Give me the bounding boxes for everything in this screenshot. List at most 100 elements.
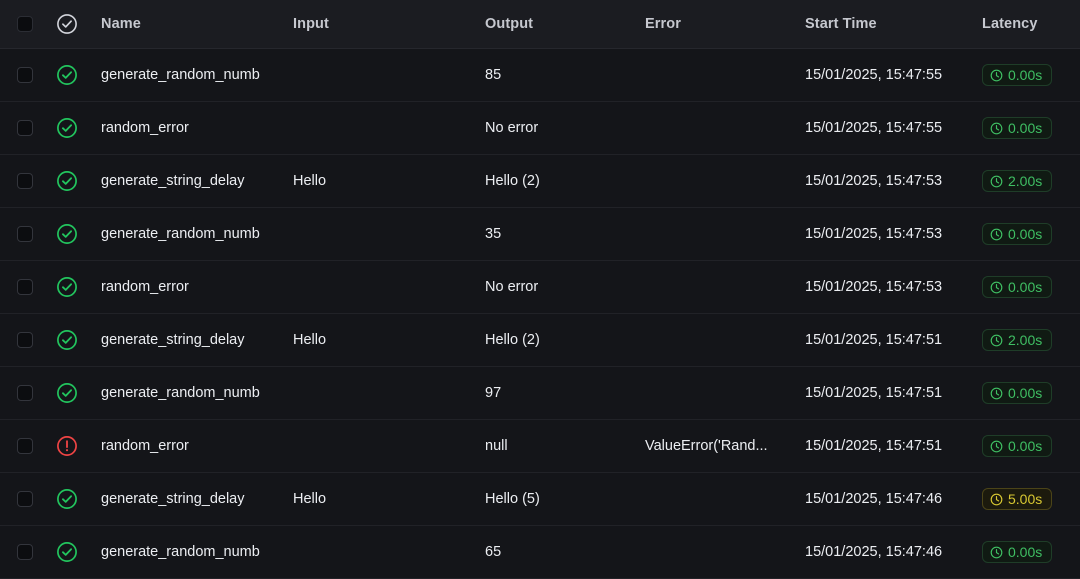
checkbox-icon[interactable] xyxy=(17,544,33,560)
cell-name: generate_random_numb xyxy=(101,544,260,560)
cell-name: generate_random_numb xyxy=(101,67,260,83)
cell-error: ValueError('Rand... xyxy=(645,438,768,454)
row-status-cell xyxy=(56,223,78,245)
check-circle-icon xyxy=(56,223,78,245)
clock-icon xyxy=(990,228,1003,241)
latency-badge: 0.00s xyxy=(982,276,1053,298)
latency-badge: 0.00s xyxy=(982,435,1053,457)
table-row[interactable]: random_error No error 15/01/2025, 15:47:55… xyxy=(0,102,1080,155)
cell-latency: 0.00s xyxy=(982,117,1053,139)
table-row[interactable]: generate_string_delay Hello Hello (2) 15/01… xyxy=(0,155,1080,208)
latency-value: 0.00s xyxy=(1008,544,1043,560)
row-status-cell xyxy=(56,435,78,457)
table-row[interactable]: generate_random_numb 97 15/01/2025, 15:47:… xyxy=(0,367,1080,420)
latency-value: 0.00s xyxy=(1008,226,1043,242)
cell-output: 35 xyxy=(485,226,502,242)
table-row[interactable]: generate_string_delay Hello Hello (5) 15/01… xyxy=(0,473,1080,526)
checkbox-icon[interactable] xyxy=(17,173,33,189)
check-circle-icon xyxy=(56,64,78,86)
cell-output: null xyxy=(485,438,508,454)
cell-start-time: 15/01/2025, 15:47:53 xyxy=(805,173,943,189)
cell-name: random_error xyxy=(101,279,189,295)
cell-input: Hello xyxy=(293,173,327,189)
trace-table: Name Input Output Error Start Time Laten… xyxy=(0,0,1080,579)
cell-latency: 0.00s xyxy=(982,276,1053,298)
cell-input: Hello xyxy=(293,491,327,507)
cell-name: random_error xyxy=(101,120,189,136)
cell-name: random_error xyxy=(101,438,189,454)
row-select-checkbox-cell[interactable] xyxy=(17,438,33,454)
latency-value: 0.00s xyxy=(1008,279,1043,295)
select-all-checkbox-cell[interactable] xyxy=(17,16,33,32)
checkbox-icon[interactable] xyxy=(17,438,33,454)
row-select-checkbox-cell[interactable] xyxy=(17,544,33,560)
cell-output: No error xyxy=(485,279,539,295)
check-circle-icon xyxy=(56,382,78,404)
latency-value: 2.00s xyxy=(1008,332,1043,348)
table-row[interactable]: generate_random_numb 85 15/01/2025, 15:47:… xyxy=(0,49,1080,102)
column-header-latency[interactable]: Latency xyxy=(982,16,1038,32)
latency-badge: 0.00s xyxy=(982,382,1053,404)
table-row[interactable]: generate_random_numb 65 15/01/2025, 15:47:… xyxy=(0,526,1080,579)
table-row[interactable]: random_error null ValueError('Rand... 15/01… xyxy=(0,420,1080,473)
cell-output: Hello (2) xyxy=(485,173,540,189)
column-header-start-time[interactable]: Start Time xyxy=(805,16,877,32)
checkbox-icon[interactable] xyxy=(17,67,33,83)
row-select-checkbox-cell[interactable] xyxy=(17,279,33,295)
cell-start-time: 15/01/2025, 15:47:51 xyxy=(805,385,943,401)
row-status-cell xyxy=(56,382,78,404)
row-status-cell xyxy=(56,541,78,563)
latency-badge: 2.00s xyxy=(982,329,1053,351)
row-select-checkbox-cell[interactable] xyxy=(17,491,33,507)
table-row[interactable]: random_error No error 15/01/2025, 15:47:53… xyxy=(0,261,1080,314)
cell-output: Hello (5) xyxy=(485,491,540,507)
row-select-checkbox-cell[interactable] xyxy=(17,332,33,348)
cell-start-time: 15/01/2025, 15:47:51 xyxy=(805,332,943,348)
cell-name: generate_string_delay xyxy=(101,173,245,189)
clock-icon xyxy=(990,493,1003,506)
check-circle-icon xyxy=(56,117,78,139)
latency-value: 0.00s xyxy=(1008,67,1043,83)
row-status-cell xyxy=(56,117,78,139)
cell-latency: 0.00s xyxy=(982,382,1053,404)
checkbox-icon[interactable] xyxy=(17,226,33,242)
cell-start-time: 15/01/2025, 15:47:46 xyxy=(805,544,943,560)
table-row[interactable]: generate_string_delay Hello Hello (2) 15/01… xyxy=(0,314,1080,367)
row-status-cell xyxy=(56,170,78,192)
check-circle-icon xyxy=(56,13,78,35)
clock-icon xyxy=(990,281,1003,294)
clock-icon xyxy=(990,69,1003,82)
cell-latency: 0.00s xyxy=(982,541,1053,563)
status-column-header[interactable] xyxy=(56,13,78,35)
checkbox-icon[interactable] xyxy=(17,385,33,401)
column-header-error[interactable]: Error xyxy=(645,16,795,32)
cell-name: generate_string_delay xyxy=(101,491,245,507)
column-header-name[interactable]: Name xyxy=(101,16,283,32)
column-header-output[interactable]: Output xyxy=(485,16,635,32)
latency-value: 0.00s xyxy=(1008,385,1043,401)
row-select-checkbox-cell[interactable] xyxy=(17,385,33,401)
table-row[interactable]: generate_random_numb 35 15/01/2025, 15:47:… xyxy=(0,208,1080,261)
checkbox-icon[interactable] xyxy=(17,120,33,136)
latency-value: 5.00s xyxy=(1008,491,1043,507)
row-status-cell xyxy=(56,276,78,298)
cell-latency: 0.00s xyxy=(982,64,1053,86)
checkbox-icon[interactable] xyxy=(17,491,33,507)
cell-latency: 5.00s xyxy=(982,488,1053,510)
latency-badge: 0.00s xyxy=(982,117,1053,139)
row-select-checkbox-cell[interactable] xyxy=(17,226,33,242)
table-header-row: Name Input Output Error Start Time Laten… xyxy=(0,0,1080,49)
column-header-input[interactable]: Input xyxy=(293,16,473,32)
cell-name: generate_random_numb xyxy=(101,385,260,401)
cell-start-time: 15/01/2025, 15:47:53 xyxy=(805,226,943,242)
row-select-checkbox-cell[interactable] xyxy=(17,120,33,136)
clock-icon xyxy=(990,334,1003,347)
check-circle-icon xyxy=(56,276,78,298)
row-select-checkbox-cell[interactable] xyxy=(17,173,33,189)
row-select-checkbox-cell[interactable] xyxy=(17,67,33,83)
latency-badge: 0.00s xyxy=(982,64,1053,86)
checkbox-icon[interactable] xyxy=(17,279,33,295)
checkbox-icon[interactable] xyxy=(17,332,33,348)
clock-icon xyxy=(990,387,1003,400)
checkbox-icon[interactable] xyxy=(17,16,33,32)
